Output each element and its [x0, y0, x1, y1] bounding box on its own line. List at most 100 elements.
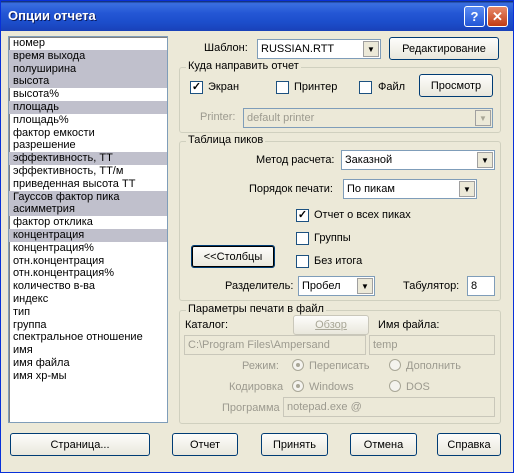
columns-button[interactable]: <<Столбцы — [191, 245, 275, 268]
groups-checkbox[interactable] — [296, 232, 309, 245]
edit-button-label: Редактирование — [402, 42, 486, 55]
chevron-down-icon[interactable]: ▼ — [363, 41, 379, 57]
method-value: Заказной — [345, 154, 393, 166]
filename-label: Имя файла: — [378, 319, 440, 331]
chevron-down-icon[interactable]: ▼ — [459, 181, 475, 197]
list-item[interactable]: имя — [9, 344, 167, 357]
printer-select[interactable]: default printer ▼ — [243, 108, 493, 128]
template-select[interactable]: RUSSIAN.RTT ▼ — [257, 39, 381, 59]
print-order-select[interactable]: По пикам ▼ — [343, 179, 477, 199]
list-item[interactable]: приведенная высота ТТ — [9, 178, 167, 191]
no-total-checkbox[interactable] — [296, 255, 309, 268]
catalog-input[interactable]: C:\Program Files\Ampersand — [184, 335, 366, 355]
preview-button-label: Просмотр — [430, 79, 482, 92]
append-label: Дополнить — [406, 360, 461, 372]
dos-radio[interactable] — [389, 380, 401, 392]
checkmark-icon: ✓ — [297, 209, 308, 221]
program-label: Программа — [222, 402, 280, 414]
list-item[interactable]: спектральное отношение — [9, 331, 167, 344]
columns-listbox[interactable]: номер время выхода полуширина высота высота%… — [8, 36, 168, 423]
apply-button-label: Принять — [273, 438, 316, 451]
report-button[interactable]: Отчет — [172, 433, 238, 456]
list-item[interactable]: полуширина — [9, 62, 167, 76]
list-item[interactable]: эффективность, ТТ — [9, 152, 167, 165]
filename-input[interactable]: temp — [369, 335, 495, 355]
list-item[interactable]: площадь — [9, 100, 167, 114]
list-item[interactable]: тип — [9, 306, 167, 319]
help-button[interactable]: Справка — [437, 433, 501, 456]
question-mark-icon: ? — [470, 9, 479, 24]
list-item[interactable]: эффективность, ТТ/м — [9, 165, 167, 178]
separator-label: Разделитель: — [225, 280, 294, 292]
report-all-checkbox[interactable]: ✓ — [296, 209, 309, 222]
method-select[interactable]: Заказной ▼ — [341, 150, 495, 170]
printer-value: default printer — [247, 112, 315, 124]
list-item[interactable]: отн.концентрация — [9, 255, 167, 268]
list-item[interactable]: отн.концентрация% — [9, 267, 167, 280]
list-item[interactable]: фактор емкости — [9, 127, 167, 140]
close-button[interactable]: ✕ — [487, 6, 508, 27]
catalog-label: Каталог: — [185, 319, 229, 331]
file-label: Файл — [378, 81, 406, 93]
printer-checkbox[interactable] — [276, 81, 289, 94]
screen-label: Экран — [208, 81, 240, 93]
chevron-down-icon[interactable]: ▼ — [477, 152, 493, 168]
chevron-down-icon[interactable]: ▼ — [475, 110, 491, 126]
list-item[interactable]: разрешение — [9, 139, 167, 152]
no-total-label: Без итога — [314, 255, 363, 267]
tab-label: Табулятор: — [403, 280, 460, 292]
list-item[interactable]: концентрация — [9, 228, 167, 242]
separator-select[interactable]: Пробел ▼ — [298, 276, 375, 296]
apply-button[interactable]: Принять — [261, 433, 328, 456]
printer-field-label: Printer: — [200, 111, 236, 123]
list-item[interactable]: время выхода — [9, 49, 167, 63]
file-checkbox[interactable] — [359, 81, 372, 94]
preview-button[interactable]: Просмотр — [419, 74, 493, 97]
file-print-group-title: Параметры печати в файл — [186, 303, 326, 315]
title-bar: Опции отчета ? ✕ — [1, 1, 513, 31]
list-item[interactable]: концентрация% — [9, 242, 167, 255]
program-value: notepad.exe @ — [287, 401, 362, 413]
list-item[interactable]: имя файла — [9, 357, 167, 370]
mode-label: Режим: — [242, 360, 279, 372]
browse-button[interactable]: Обзор — [293, 315, 369, 335]
separator-value: Пробел — [302, 280, 341, 292]
list-item[interactable]: высота% — [9, 88, 167, 101]
list-item[interactable]: площадь% — [9, 114, 167, 127]
close-icon: ✕ — [492, 8, 503, 24]
list-item[interactable]: Гауссов фактор пика — [9, 190, 167, 204]
list-item[interactable]: имя хр-мы — [9, 370, 167, 383]
checkmark-icon: ✓ — [191, 81, 202, 93]
list-item[interactable]: фактор отклика — [9, 216, 167, 229]
append-radio[interactable] — [389, 359, 401, 371]
program-input[interactable]: notepad.exe @ — [283, 397, 495, 417]
list-item[interactable]: асимметрия — [9, 203, 167, 217]
list-item[interactable]: количество в-ва — [9, 280, 167, 293]
report-button-label: Отчет — [189, 438, 221, 451]
encoding-label: Кодировка — [229, 381, 284, 393]
browse-button-label: Обзор — [315, 319, 347, 331]
screen-checkbox[interactable]: ✓ — [190, 81, 203, 94]
report-all-label: Отчет о всех пиках — [314, 209, 411, 221]
chevron-down-icon[interactable]: ▼ — [357, 278, 373, 294]
cancel-button[interactable]: Отмена — [350, 433, 417, 456]
page-button-label: Страница... — [50, 438, 110, 451]
report-options-dialog: Опции отчета ? ✕ номер время выхода полуши… — [0, 0, 514, 473]
page-button[interactable]: Страница... — [10, 433, 150, 456]
destination-group-title: Куда направить отчет — [186, 60, 301, 72]
overwrite-radio[interactable] — [292, 359, 304, 371]
printer-label: Принтер — [294, 81, 338, 93]
windows-radio[interactable] — [292, 380, 304, 392]
list-item[interactable]: номер — [9, 37, 167, 50]
print-order-value: По пикам — [347, 183, 395, 195]
edit-button[interactable]: Редактирование — [389, 37, 499, 60]
overwrite-label: Переписать — [309, 360, 370, 372]
list-item[interactable]: индекс — [9, 293, 167, 306]
help-title-button[interactable]: ? — [464, 6, 485, 27]
tab-input[interactable]: 8 — [467, 276, 495, 296]
list-item[interactable]: высота — [9, 75, 167, 89]
filename-value: temp — [373, 339, 398, 351]
list-item[interactable]: группа — [9, 319, 167, 332]
groups-label: Группы — [314, 232, 351, 244]
peak-table-group-title: Таблица пиков — [186, 134, 266, 146]
